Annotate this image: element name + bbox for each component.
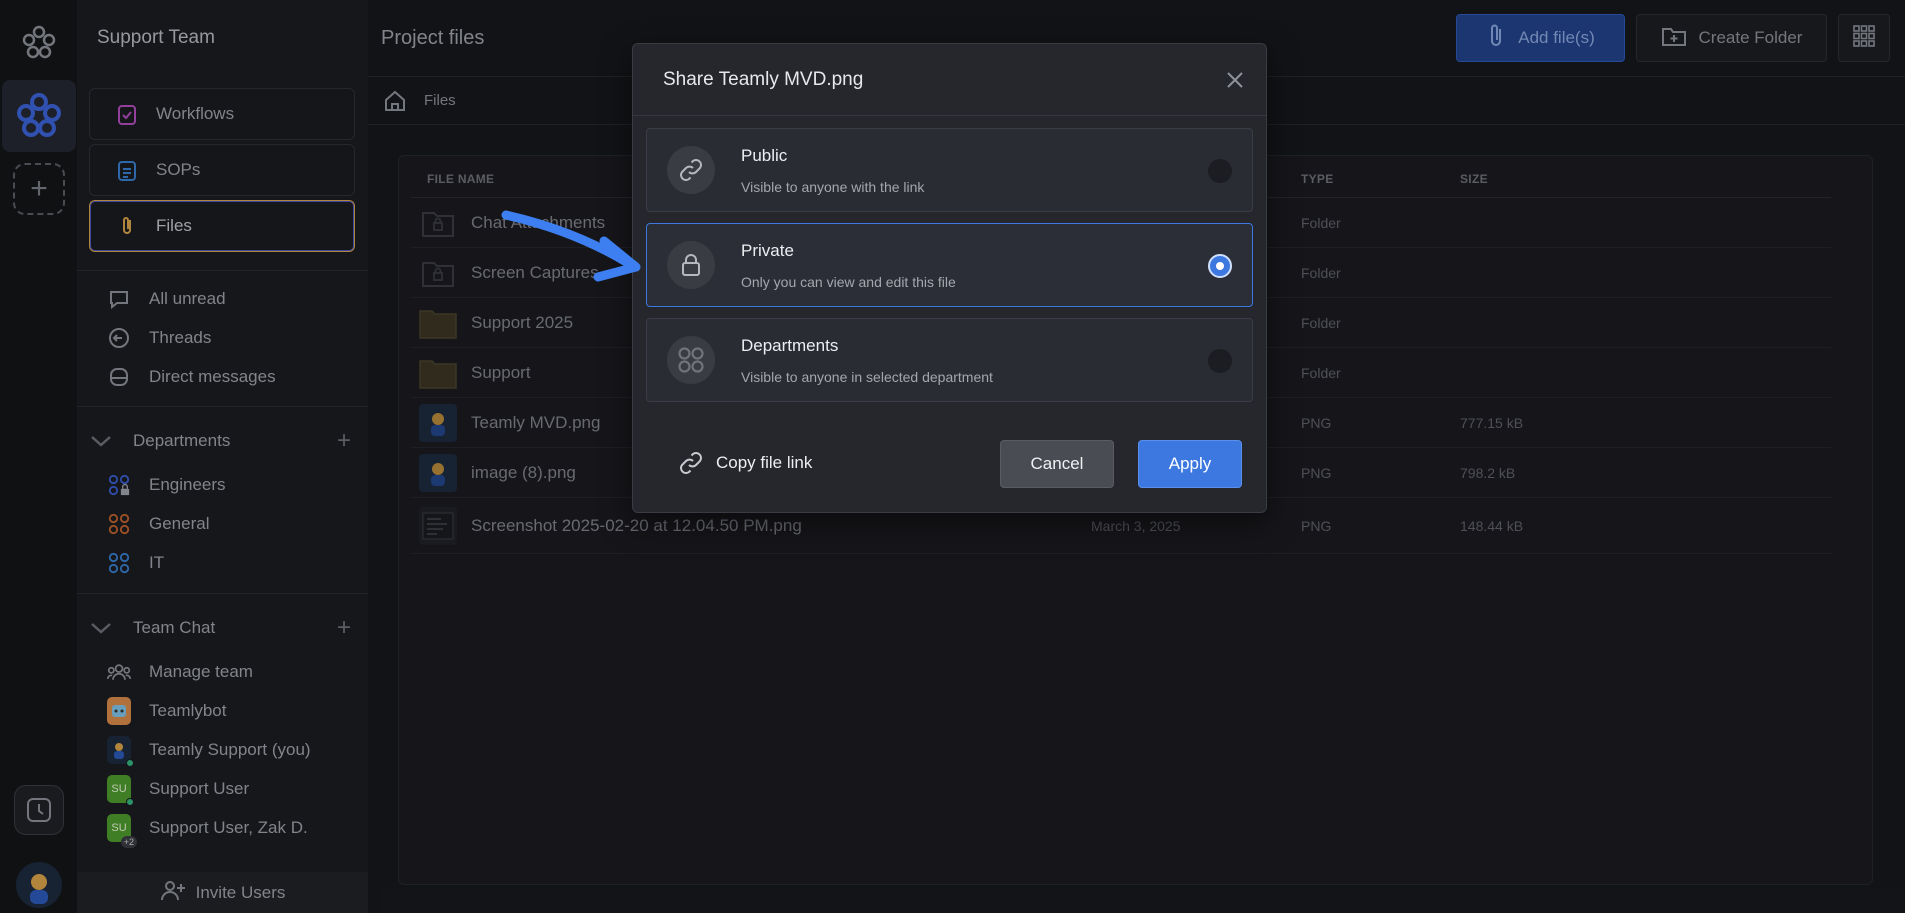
lock-icon: [667, 241, 715, 289]
option-departments[interactable]: Departments Visible to anyone in selecte…: [646, 318, 1253, 402]
option-label: Departments: [741, 336, 839, 355]
option-description: Only you can view and edit this file: [741, 274, 956, 290]
copy-file-link-button[interactable]: Copy file link: [678, 450, 812, 476]
option-description: Visible to anyone in selected department: [741, 369, 993, 385]
copy-link-label: Copy file link: [716, 453, 813, 472]
close-icon[interactable]: [1223, 68, 1247, 92]
apply-button[interactable]: Apply: [1138, 440, 1242, 488]
dialog-header: Share Teamly MVD.png: [633, 44, 1266, 116]
radio-public[interactable]: [1208, 159, 1232, 183]
link-icon: [678, 450, 704, 476]
option-public[interactable]: Public Visible to anyone with the link: [646, 128, 1253, 212]
radio-private[interactable]: [1208, 254, 1232, 278]
share-dialog: Share Teamly MVD.png Public Visible to a…: [632, 43, 1267, 513]
option-label: Private: [741, 241, 794, 260]
departments-icon: [667, 336, 715, 384]
radio-departments[interactable]: [1208, 349, 1232, 373]
dialog-title: Share Teamly MVD.png: [663, 69, 864, 90]
cancel-button[interactable]: Cancel: [1000, 440, 1114, 488]
annotation-arrow-icon: [501, 210, 641, 282]
option-label: Public: [741, 146, 788, 165]
link-icon: [667, 146, 715, 194]
option-private[interactable]: Private Only you can view and edit this …: [646, 223, 1253, 307]
app-window: + Support Team Workflows SOPs Files All …: [0, 0, 1905, 913]
option-description: Visible to anyone with the link: [741, 179, 925, 195]
